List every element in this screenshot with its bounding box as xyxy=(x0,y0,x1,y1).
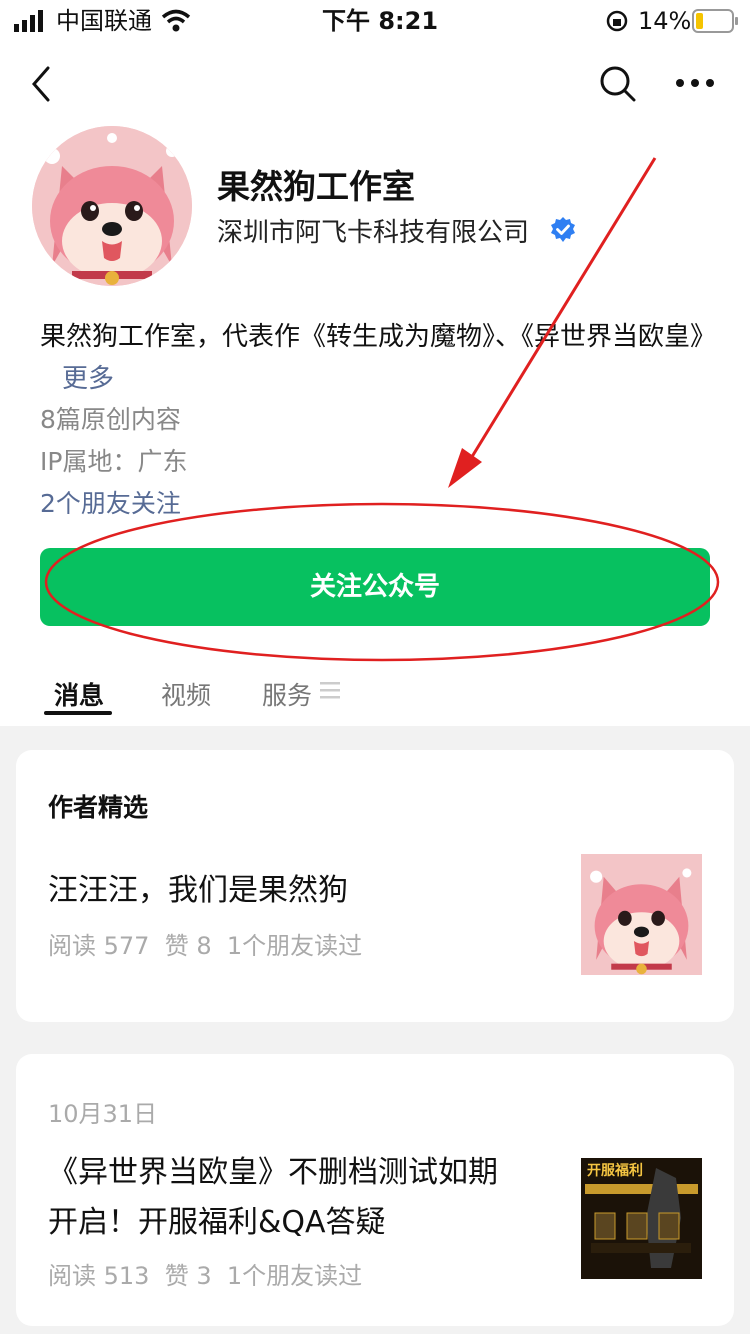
more-dots-icon[interactable] xyxy=(675,76,715,90)
post-date: 10月31日 xyxy=(48,1100,158,1128)
featured-article[interactable]: 汪汪汪，我们是果然狗 阅读 577 赞 8 1个朋友读过 xyxy=(16,846,734,986)
account-name: 果然狗工作室 xyxy=(217,167,415,206)
clock: 下午 8:21 xyxy=(322,7,439,35)
search-icon[interactable] xyxy=(598,64,638,104)
article-title: 汪汪汪，我们是果然狗 xyxy=(48,873,348,908)
active-tab-indicator xyxy=(44,711,112,715)
tab-services[interactable]: 服务 xyxy=(262,676,312,712)
featured-heading: 作者精选 xyxy=(48,793,149,822)
post-card[interactable]: 10月31日 《异世界当欧皇》不删档测试如期 开启！开服福利&QA答疑 阅读 5… xyxy=(16,1054,734,1326)
more-link[interactable]: 更多 xyxy=(62,364,114,394)
orientation-lock-icon xyxy=(606,10,628,32)
avatar[interactable] xyxy=(32,126,192,286)
follow-button[interactable]: 关注公众号 xyxy=(40,548,710,626)
dog-avatar-icon xyxy=(32,126,192,286)
thumb-banner-text: 开服福利 xyxy=(587,1163,643,1179)
annotation-arrow-head xyxy=(448,448,482,488)
company-name[interactable]: 深圳市阿飞卡科技有限公司 xyxy=(217,212,529,249)
post-meta: 阅读 513 赞 3 1个朋友读过 xyxy=(48,1262,363,1290)
menu-icon[interactable] xyxy=(320,680,342,700)
post-title-line1: 《异世界当欧皇》不删档测试如期 xyxy=(48,1155,498,1190)
annotation-arrow-shaft xyxy=(468,157,657,461)
carrier-label: 中国联通 xyxy=(56,7,152,35)
battery-icon xyxy=(692,9,738,33)
back-chevron-icon[interactable] xyxy=(28,64,56,104)
wifi-icon xyxy=(161,9,191,32)
dog-thumbnail-icon xyxy=(581,854,702,975)
post-title-line2: 开启！开服福利&QA答疑 xyxy=(48,1205,386,1240)
friends-following-link[interactable]: 2个朋友关注 xyxy=(40,484,181,520)
account-description: 果然狗工作室，代表作《转生成为魔物》、《异世界当欧皇》更多 xyxy=(40,316,716,400)
battery-percent: 14% xyxy=(638,7,692,35)
tab-messages[interactable]: 消息 xyxy=(54,676,104,712)
verified-badge-icon xyxy=(551,217,575,242)
article-thumbnail xyxy=(581,854,702,975)
signal-icon xyxy=(14,10,43,32)
original-count: 8篇原创内容 xyxy=(40,405,181,434)
description-text: 果然狗工作室，代表作《转生成为魔物》、《异世界当欧皇》 xyxy=(40,322,717,352)
post-thumbnail: 开服福利 xyxy=(581,1158,702,1279)
article-meta: 阅读 577 赞 8 1个朋友读过 xyxy=(48,932,363,960)
status-bar: 中国联通 下午 8:21 14% xyxy=(0,0,750,42)
featured-card: 作者精选 汪汪汪，我们是果然狗 阅读 577 赞 8 1个朋友读过 xyxy=(16,750,734,1022)
tab-videos[interactable]: 视频 xyxy=(161,676,211,712)
ip-location: IP属地：广东 xyxy=(40,447,188,476)
